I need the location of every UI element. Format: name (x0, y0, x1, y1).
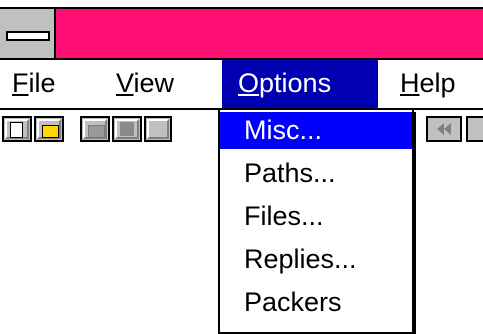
rewind-button[interactable] (426, 116, 462, 142)
folder-icon (88, 125, 105, 138)
new-document-icon (10, 122, 23, 138)
menu-item-files[interactable]: Files... (220, 198, 412, 235)
toolbar-button[interactable] (144, 116, 172, 142)
menu-item-paths[interactable]: Paths... (220, 155, 412, 192)
system-menu-icon (6, 31, 50, 41)
open-folder-icon (42, 125, 59, 138)
menu-help[interactable]: Help (400, 60, 456, 108)
save-icon (120, 122, 134, 136)
new-button[interactable] (2, 116, 32, 142)
menu-options[interactable]: Options (222, 60, 378, 108)
title-bar[interactable] (0, 7, 483, 60)
open-button[interactable] (34, 116, 64, 142)
options-dropdown: Misc... Paths... Files... Replies... Pac… (218, 110, 414, 334)
menu-view[interactable]: View (116, 60, 174, 108)
menu-file[interactable]: File (12, 60, 56, 108)
rewind-icon (437, 123, 451, 135)
menu-item-misc[interactable]: Misc... (220, 112, 412, 149)
save-button[interactable] (112, 116, 142, 142)
toolbar-button-edge[interactable] (466, 116, 483, 142)
system-menu-button[interactable] (0, 7, 56, 60)
menu-item-replies[interactable]: Replies... (220, 241, 412, 278)
menu-bar: File View Options Help (0, 60, 483, 110)
menu-item-packers[interactable]: Packers (220, 284, 412, 321)
folder-button[interactable] (80, 116, 110, 142)
